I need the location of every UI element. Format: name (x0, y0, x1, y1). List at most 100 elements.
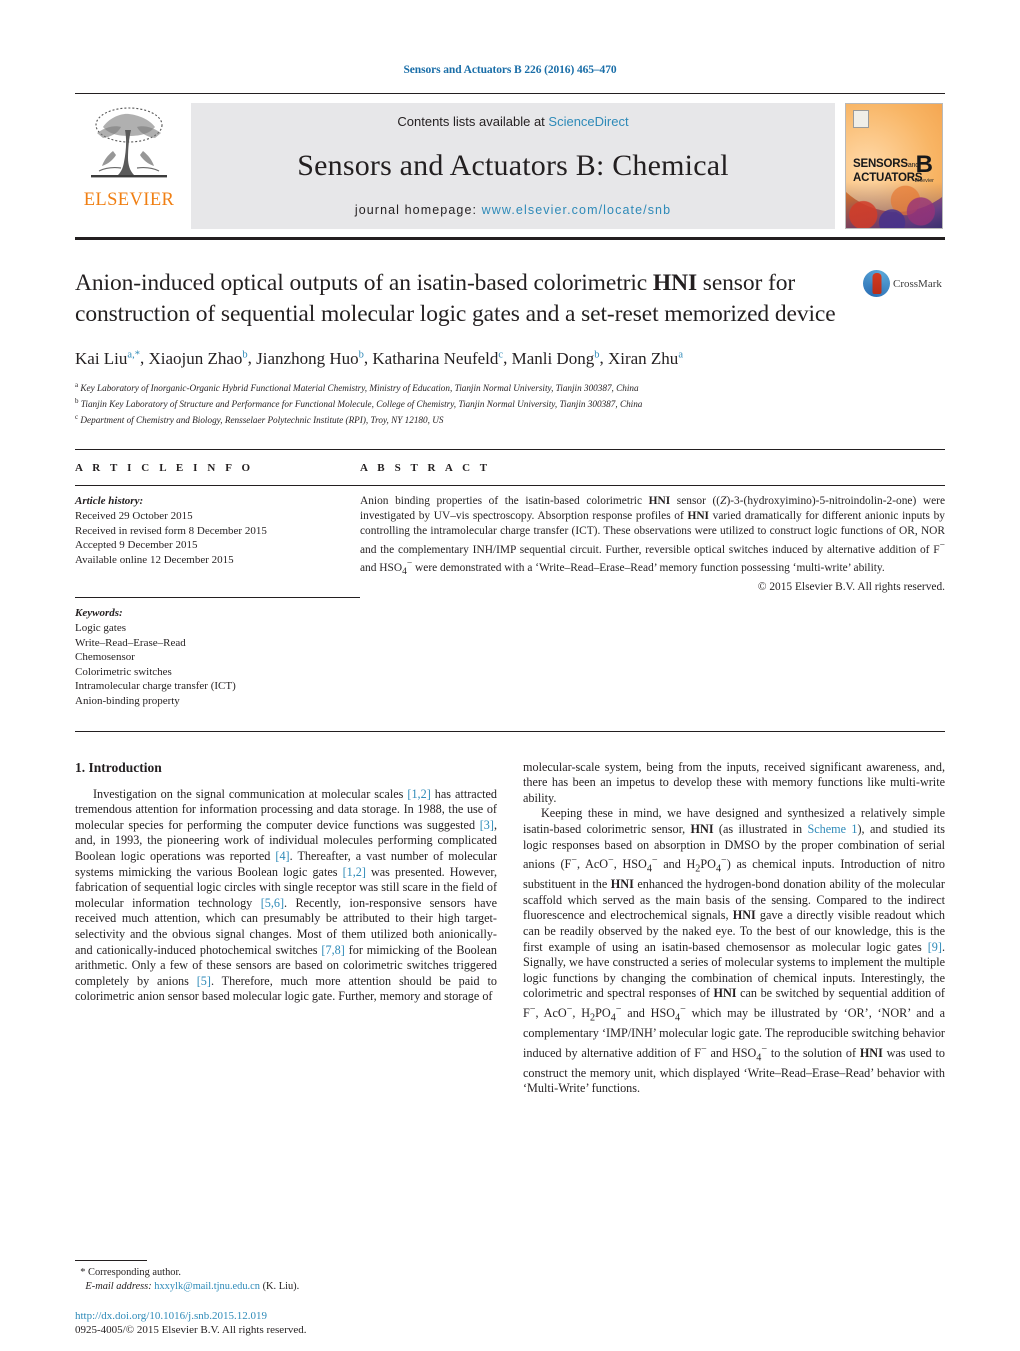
history-item: Available online 12 December 2015 (75, 553, 234, 566)
title-chem-name: HNI (652, 270, 697, 296)
journal-title: Sensors and Actuators B: Chemical (297, 149, 729, 182)
keyword-item: Colorimetric switches (75, 665, 172, 678)
doi-block: http://dx.doi.org/10.1016/j.snb.2015.12.… (75, 1309, 505, 1337)
email-label: E-mail address: (85, 1280, 152, 1292)
abstract-text: Anion binding properties of the isatin-b… (360, 495, 945, 578)
keyword-item: Intramolecular charge transfer (ICT) (75, 680, 236, 693)
body-left-column: 1. Introduction Investigation on the sig… (75, 760, 497, 1097)
author-name: Katharina Neufeld (372, 348, 499, 368)
author-name: Xiaojun Zhao (148, 348, 243, 368)
info-abstract-grid: A R T I C L E I N F O Article history: R… (75, 462, 945, 708)
cover-title-line1: SENSORS (853, 158, 908, 170)
affiliation-marker: b (75, 396, 79, 405)
affiliation-item: b Tianjin Key Laboratory of Structure an… (75, 395, 945, 411)
cover-elsevier-mark-icon (853, 110, 869, 128)
author-item[interactable]: Katharina Neufeldc (372, 349, 503, 368)
crossmark-icon (863, 270, 890, 297)
contents-prefix: Contents lists available at (397, 114, 549, 129)
crossmark-badge[interactable]: CrossMark (863, 268, 945, 297)
author-affil-marker: b (594, 349, 600, 360)
abstract-column: A B S T R A C T Anion binding properties… (360, 462, 945, 708)
author-item[interactable]: Manli Dongb (512, 349, 600, 368)
cover-title: SENSORSand ACTUATORS (853, 158, 923, 184)
sciencedirect-link[interactable]: ScienceDirect (548, 114, 628, 129)
author-item[interactable]: Jianzhong Huob (256, 349, 364, 368)
contents-available-line: Contents lists available at ScienceDirec… (397, 114, 628, 129)
section-heading-introduction: 1. Introduction (75, 759, 162, 775)
journal-homepage-link[interactable]: www.elsevier.com/locate/snb (482, 203, 672, 217)
body-right-column: molecular-scale system, being from the i… (523, 760, 945, 1097)
journal-masthead: ELSEVIER Contents lists available at Sci… (75, 93, 945, 229)
affiliation-text: Key Laboratory of Inorganic-Organic Hybr… (80, 382, 639, 393)
info-top-rule (75, 449, 945, 451)
masthead-center-band: Contents lists available at ScienceDirec… (191, 103, 835, 229)
crossmark-label: CrossMark (893, 277, 942, 290)
elsevier-wordmark: ELSEVIER (83, 190, 175, 210)
intro-paragraph-right-1: molecular-scale system, being from the i… (523, 759, 945, 805)
info-bottom-rule (75, 730, 945, 732)
article-info-rule (75, 485, 360, 487)
cover-series-letter: B (915, 151, 933, 178)
homepage-prefix: journal homepage: (354, 203, 482, 217)
keyword-spacer (75, 567, 360, 586)
elsevier-tree-icon (91, 107, 167, 178)
article-history-heading: Article history: (75, 495, 144, 508)
corresponding-marker: * (80, 1267, 86, 1278)
history-item: Accepted 9 December 2015 (75, 539, 198, 552)
author-item[interactable]: Kai Liua,* (75, 349, 140, 368)
masthead-bottom-rule (75, 237, 945, 240)
author-affil-marker: c (498, 349, 504, 360)
author-affil-marker: b (242, 349, 248, 360)
keyword-item: Anion-binding property (75, 694, 180, 707)
email-owner: (K. Liu). (262, 1280, 300, 1292)
elsevier-logo: ELSEVIER (75, 103, 183, 229)
body-columns: 1. Introduction Investigation on the sig… (75, 760, 945, 1097)
email-link[interactable]: hxxylk@mail.tjnu.edu.cn (154, 1281, 260, 1292)
intro-paragraph-right-2: Keeping these in mind, we have designed … (523, 806, 946, 1096)
keyword-item: Logic gates (75, 622, 127, 635)
affiliation-item: c Department of Chemistry and Biology, R… (75, 411, 945, 427)
author-item[interactable]: Xiran Zhua (608, 349, 683, 368)
doi-link[interactable]: http://dx.doi.org/10.1016/j.snb.2015.12.… (75, 1309, 505, 1323)
page-title: Anion-induced optical outputs of an isat… (75, 268, 849, 330)
author-name: Xiran Zhu (607, 348, 679, 368)
corresponding-author-line: * Corresponding author. (75, 1266, 505, 1280)
article-page: Sensors and Actuators B 226 (2016) 465–4… (0, 0, 1020, 1351)
history-item: Received 29 October 2015 (75, 510, 193, 523)
abstract-copyright: © 2015 Elsevier B.V. All rights reserved… (757, 581, 945, 594)
journal-homepage-line: journal homepage: www.elsevier.com/locat… (355, 203, 671, 217)
title-row: Anion-induced optical outputs of an isat… (75, 268, 945, 330)
affiliation-text: Tianjin Key Laboratory of Structure and … (80, 398, 643, 409)
author-item[interactable]: Xiaojun Zhaob (148, 349, 247, 368)
intro-paragraph-left: Investigation on the signal communicatio… (75, 786, 497, 1004)
footnote-rule (75, 1260, 147, 1261)
cover-title-line2: ACTUATORS (853, 172, 923, 184)
issn-copyright-line: 0925-4005/© 2015 Elsevier B.V. All right… (75, 1324, 307, 1336)
author-affil-marker: a,* (127, 349, 140, 360)
history-item: Received in revised form 8 December 2015 (75, 524, 267, 537)
author-name: Kai Liu (75, 348, 128, 368)
author-list: Kai Liua,*, Xiaojun Zhaob, Jianzhong Huo… (75, 348, 683, 368)
author-affil-marker: a (678, 349, 683, 360)
keywords-block: Keywords: Logic gates Write–Read–Erase–R… (75, 606, 360, 708)
keywords-heading: Keywords: (75, 607, 123, 620)
affiliation-text: Department of Chemistry and Biology, Ren… (80, 415, 444, 426)
abstract-heading: A B S T R A C T (360, 462, 491, 475)
corresponding-label: Corresponding author. (88, 1267, 181, 1278)
keyword-item: Write–Read–Erase–Read (75, 636, 186, 649)
cover-imprint: Elsevier (914, 178, 934, 184)
affiliation-marker: c (75, 413, 79, 422)
cover-color-blots (846, 182, 942, 228)
journal-cover-image: SENSORSand ACTUATORS B Elsevier (845, 103, 943, 229)
article-history-block: Article history: Received 29 October 201… (75, 494, 360, 567)
title-column: Anion-induced optical outputs of an isat… (75, 268, 863, 330)
keyword-item: Chemosensor (75, 651, 135, 664)
article-info-heading: A R T I C L E I N F O (75, 462, 254, 475)
author-affil-marker: b (358, 349, 364, 360)
running-head: Sensors and Actuators B 226 (2016) 465–4… (403, 64, 617, 76)
title-part-1: Anion-induced optical outputs of an isat… (75, 270, 653, 296)
author-name: Manli Dong (511, 348, 595, 368)
affiliation-list: a Key Laboratory of Inorganic-Organic Hy… (75, 379, 945, 428)
journal-cover-block: SENSORSand ACTUATORS B Elsevier (843, 103, 945, 229)
footnote-block: * Corresponding author. E-mail address: … (75, 1260, 505, 1293)
